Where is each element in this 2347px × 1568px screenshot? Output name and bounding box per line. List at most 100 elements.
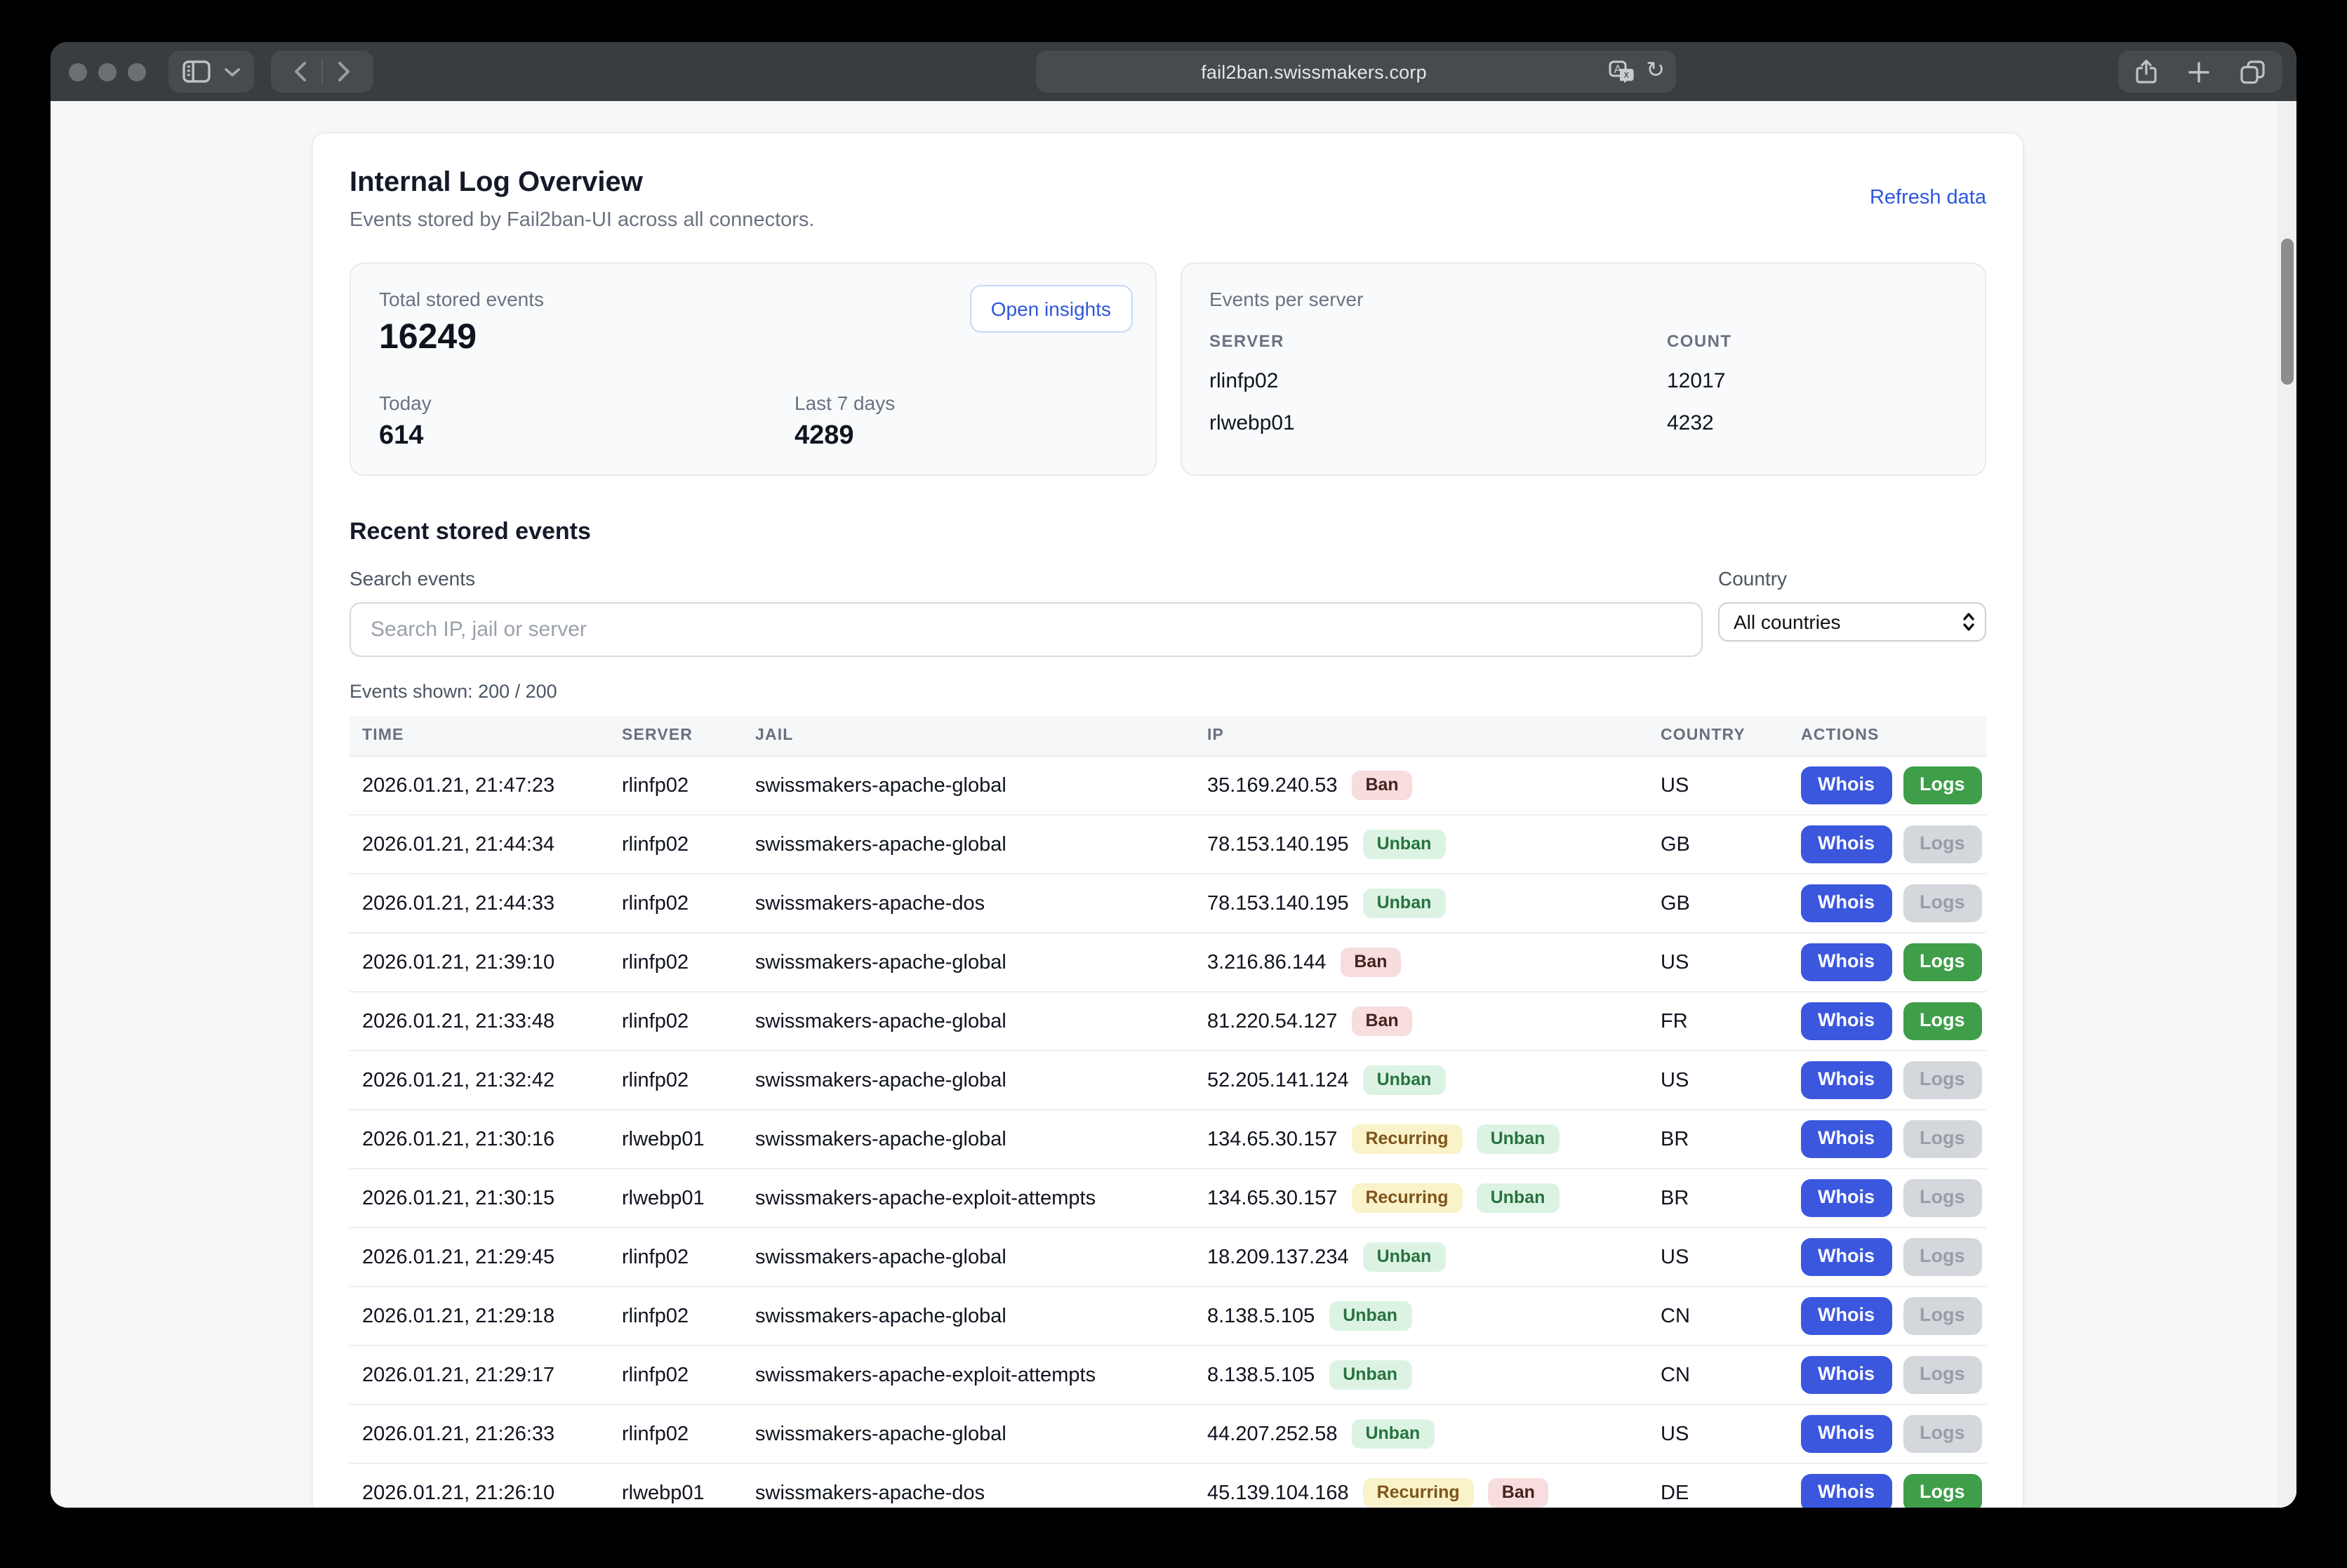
logs-button[interactable]: Logs [1903, 1475, 1982, 1508]
event-ip: 78.153.140.195 [1207, 892, 1349, 915]
scrollbar-thumb[interactable] [2281, 239, 2294, 385]
event-time: 2026.01.21, 21:30:15 [362, 1187, 622, 1209]
search-input[interactable] [350, 602, 1703, 657]
col-jail: JAIL [755, 727, 1207, 744]
whois-button[interactable]: Whois [1801, 944, 1891, 981]
event-actions: Whois Logs [1801, 1121, 1983, 1157]
logs-button[interactable]: Logs [1903, 767, 1982, 804]
tabs-icon[interactable] [2240, 60, 2266, 84]
event-jail: swissmakers-apache-global [755, 951, 1207, 974]
whois-button[interactable]: Whois [1801, 1121, 1891, 1157]
logs-button[interactable]: Logs [1903, 1357, 1982, 1393]
event-jail: swissmakers-apache-global [755, 774, 1207, 797]
event-ip-cell: 134.65.30.157 RecurringUnban [1207, 1124, 1661, 1154]
sidebar-icon[interactable] [182, 60, 211, 83]
event-time: 2026.01.21, 21:33:48 [362, 1010, 622, 1032]
scrollbar-track [2277, 101, 2296, 1508]
logs-button[interactable]: Logs [1903, 1239, 1982, 1275]
logs-button[interactable]: Logs [1903, 1121, 1982, 1157]
status-badge-ban: Ban [1351, 1006, 1412, 1036]
event-jail: swissmakers-apache-dos [755, 1482, 1207, 1504]
chevron-down-icon[interactable] [225, 67, 240, 77]
table-row: 2026.01.21, 21:29:18 rlinfp02 swissmaker… [350, 1287, 1986, 1346]
whois-button[interactable]: Whois [1801, 826, 1891, 863]
whois-button[interactable]: Whois [1801, 1357, 1891, 1393]
event-time: 2026.01.21, 21:26:33 [362, 1423, 622, 1445]
logs-button[interactable]: Logs [1903, 1298, 1982, 1334]
zoom-window-button[interactable] [128, 62, 146, 81]
main-card: Internal Log Overview Events stored by F… [312, 132, 2024, 1508]
logs-button[interactable]: Logs [1903, 1416, 1982, 1452]
open-insights-button[interactable]: Open insights [970, 285, 1132, 333]
logs-button[interactable]: Logs [1903, 944, 1982, 981]
event-ip: 52.205.141.124 [1207, 1069, 1349, 1091]
translate-icon[interactable]: A x [1608, 60, 1635, 83]
minimize-window-button[interactable] [98, 62, 117, 81]
event-jail: swissmakers-apache-global [755, 1246, 1207, 1268]
status-badge-ban: Ban [1351, 770, 1412, 800]
forward-button[interactable] [323, 51, 365, 93]
event-badges: Unban [1351, 1418, 1434, 1449]
whois-button[interactable]: Whois [1801, 1475, 1891, 1508]
logs-button[interactable]: Logs [1903, 1003, 1982, 1039]
back-button[interactable] [279, 51, 321, 93]
whois-button[interactable]: Whois [1801, 1062, 1891, 1098]
close-window-button[interactable] [69, 62, 87, 81]
status-badge-unban: Unban [1351, 1418, 1434, 1449]
window-controls [69, 62, 146, 81]
logs-button[interactable]: Logs [1903, 1180, 1982, 1216]
table-row: 2026.01.21, 21:32:42 rlinfp02 swissmaker… [350, 1051, 1986, 1110]
whois-button[interactable]: Whois [1801, 1416, 1891, 1452]
whois-button[interactable]: Whois [1801, 1298, 1891, 1334]
screen: fail2ban.swissmakers.corp A x ↻ [0, 0, 2347, 1568]
logs-button[interactable]: Logs [1903, 1062, 1982, 1098]
table-row: 2026.01.21, 21:29:45 rlinfp02 swissmaker… [350, 1228, 1986, 1287]
country-select[interactable]: All countries [1718, 602, 1986, 642]
per-server-row: rlwebp01 4232 [1209, 411, 1957, 435]
status-badge-unban: Unban [1477, 1124, 1560, 1154]
share-icon[interactable] [2135, 59, 2157, 84]
col-server: SERVER [622, 727, 755, 744]
whois-button[interactable]: Whois [1801, 1239, 1891, 1275]
event-badges: Unban [1363, 1065, 1446, 1095]
event-server: rlinfp02 [622, 1423, 755, 1445]
event-jail: swissmakers-apache-global [755, 1010, 1207, 1032]
event-jail: swissmakers-apache-global [755, 1305, 1207, 1327]
browser-window: fail2ban.swissmakers.corp A x ↻ [51, 42, 2296, 1508]
whois-button[interactable]: Whois [1801, 1003, 1891, 1039]
event-ip-cell: 81.220.54.127 Ban [1207, 1006, 1661, 1036]
table-row: 2026.01.21, 21:30:15 rlwebp01 swissmaker… [350, 1169, 1986, 1228]
event-actions: Whois Logs [1801, 944, 1983, 981]
last7-stat: Last 7 days 4289 [794, 392, 1210, 452]
event-country: US [1661, 951, 1801, 974]
event-badges: RecurringUnban [1351, 1183, 1559, 1213]
logs-button[interactable]: Logs [1903, 826, 1982, 863]
title-block: Internal Log Overview Events stored by F… [350, 167, 814, 232]
event-jail: swissmakers-apache-global [755, 1423, 1207, 1445]
today-label: Today [379, 392, 794, 414]
logs-button[interactable]: Logs [1903, 885, 1982, 922]
table-row: 2026.01.21, 21:47:23 rlinfp02 swissmaker… [350, 757, 1986, 816]
whois-button[interactable]: Whois [1801, 1180, 1891, 1216]
whois-button[interactable]: Whois [1801, 767, 1891, 804]
event-time: 2026.01.21, 21:29:18 [362, 1305, 622, 1327]
card-header: Internal Log Overview Events stored by F… [350, 167, 1986, 232]
refresh-data-link[interactable]: Refresh data [1870, 187, 1986, 209]
stats-row: Total stored events 16249 Open insights … [350, 263, 1986, 476]
event-actions: Whois Logs [1801, 1003, 1983, 1039]
event-actions: Whois Logs [1801, 1298, 1983, 1334]
status-badge-unban: Unban [1363, 829, 1446, 859]
address-bar[interactable]: fail2ban.swissmakers.corp A x ↻ [1036, 51, 1676, 93]
server-count: 12017 [1667, 369, 1725, 393]
event-ip-cell: 52.205.141.124 Unban [1207, 1065, 1661, 1095]
event-server: rlinfp02 [622, 1069, 755, 1091]
event-server: rlinfp02 [622, 1364, 755, 1386]
status-badge-unban: Unban [1329, 1360, 1411, 1390]
event-time: 2026.01.21, 21:29:17 [362, 1364, 622, 1386]
event-time: 2026.01.21, 21:29:45 [362, 1246, 622, 1268]
whois-button[interactable]: Whois [1801, 885, 1891, 922]
reload-icon[interactable]: ↻ [1646, 60, 1665, 83]
event-country: BR [1661, 1187, 1801, 1209]
event-badges: Ban [1351, 1006, 1412, 1036]
new-tab-icon[interactable] [2188, 61, 2209, 82]
